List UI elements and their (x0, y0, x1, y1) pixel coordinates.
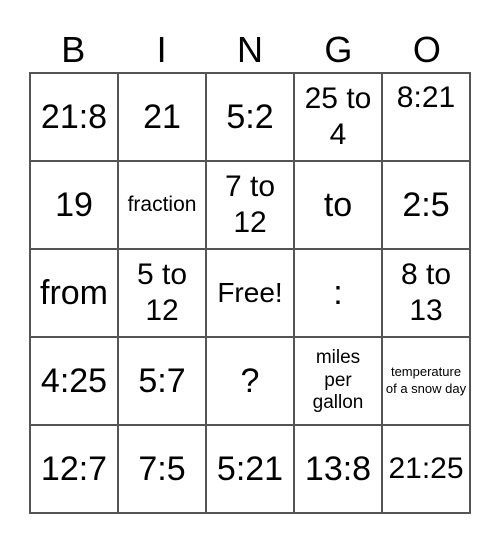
header-letter-b: B (61, 29, 86, 70)
bingo-cell[interactable]: temperature of a snow day (382, 337, 470, 425)
free-space-cell[interactable]: Free! (206, 249, 294, 337)
bingo-cell[interactable]: 2:5 (382, 161, 470, 249)
bingo-cell[interactable]: 4:25 (30, 337, 118, 425)
bingo-cell[interactable]: 8 to 13 (382, 249, 470, 337)
bingo-cell[interactable]: from (30, 249, 118, 337)
bingo-cell[interactable]: 5:2 (206, 73, 294, 161)
bingo-cell[interactable]: : (294, 249, 382, 337)
bingo-cell[interactable]: 25 to 4 (294, 73, 382, 161)
bingo-cell[interactable]: 21 (118, 73, 206, 161)
bingo-cell[interactable]: 5 to 12 (118, 249, 206, 337)
bingo-cell[interactable]: miles per gallon (294, 337, 382, 425)
bingo-cell[interactable]: ? (206, 337, 294, 425)
bingo-cell[interactable]: 8:21 (382, 73, 470, 161)
bingo-cell[interactable]: 5:7 (118, 337, 206, 425)
bingo-cell[interactable]: 7 to 12 (206, 161, 294, 249)
header-letter-n: N (237, 29, 264, 70)
bingo-cell[interactable]: to (294, 161, 382, 249)
bingo-cell[interactable]: 21:25 (382, 425, 470, 513)
bingo-cell[interactable]: 7:5 (118, 425, 206, 513)
bingo-cell[interactable]: 21:8 (30, 73, 118, 161)
bingo-cell[interactable]: 5:21 (206, 425, 294, 513)
bingo-header: B I N G O (29, 28, 471, 72)
bingo-card-grid: 21:8 21 5:2 25 to 4 8:21 19 fraction 7 t… (29, 72, 471, 514)
bingo-cell[interactable]: 19 (30, 161, 118, 249)
header-letter-o: O (412, 29, 441, 70)
bingo-cell[interactable]: fraction (118, 161, 206, 249)
bingo-cell[interactable]: 12:7 (30, 425, 118, 513)
header-letter-g: G (324, 29, 353, 70)
header-letter-i: I (156, 29, 167, 70)
bingo-cell[interactable]: 13:8 (294, 425, 382, 513)
